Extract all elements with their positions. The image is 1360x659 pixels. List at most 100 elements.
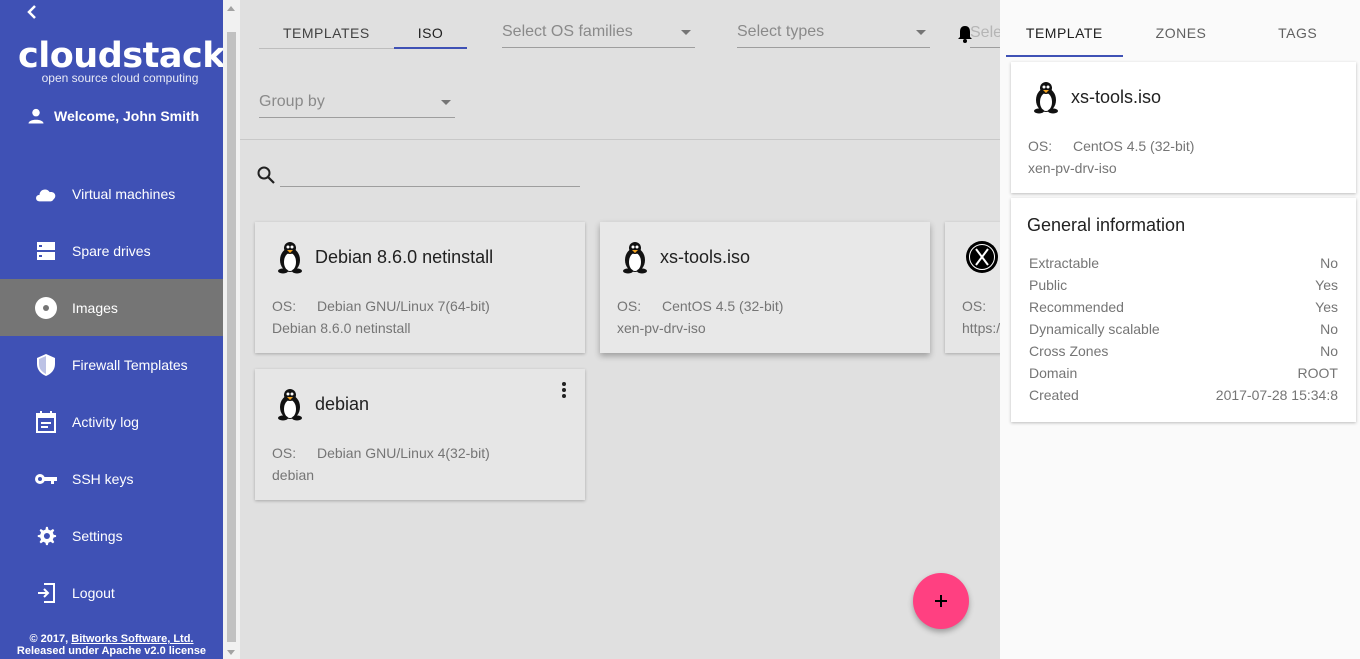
card-os: OS: Debian GNU/Linux 4(32-bit) (272, 445, 490, 461)
welcome-user: Welcome, John Smith (26, 106, 199, 126)
sidebar-item-label: Activity log (72, 413, 139, 430)
sidebar-item-label: Spare drives (72, 242, 151, 259)
image-card[interactable]: debian OS: Debian GNU/Linux 4(32-bit) deb… (255, 369, 585, 500)
tab-zones[interactable]: ZONES (1123, 12, 1240, 57)
card-header: Debian 8.6.0 netinstall (275, 240, 493, 274)
gear-icon (34, 524, 58, 548)
search-input[interactable] (280, 163, 580, 187)
info-row-extractable: Extractable No (1029, 254, 1338, 276)
card-header (965, 240, 1000, 274)
image-card[interactable]: Debian 8.6.0 netinstall OS: Debian GNU/Li… (255, 222, 585, 353)
card-os: OS: Debian GNU/Linux 7(64-bit) (272, 298, 490, 314)
info-value: Yes (1315, 277, 1338, 293)
sidebar-item-ssh-keys[interactable]: SSH keys (0, 450, 223, 507)
os-value: Debian GNU/Linux 4(32-bit) (317, 445, 490, 461)
os-label: OS: (272, 298, 297, 314)
truncated-select[interactable]: Sele (970, 18, 1000, 48)
types-select[interactable]: Select types (737, 18, 930, 48)
welcome-text: Welcome, John Smith (54, 108, 200, 124)
chevron-down-icon (681, 30, 691, 35)
tab-tags[interactable]: TAGS (1239, 12, 1356, 57)
types-placeholder: Select types (737, 23, 825, 40)
card-header: debian (275, 387, 369, 421)
main-content: TEMPLATES ISO Select OS families Select … (240, 0, 1000, 659)
info-label: Created (1029, 387, 1079, 403)
sidebar-item-logout[interactable]: Logout (0, 564, 223, 621)
back-arrow-icon[interactable] (24, 2, 42, 22)
image-type-tabs: TEMPLATES ISO (259, 18, 468, 49)
details-title: xs-tools.iso (1071, 86, 1162, 107)
details-os: OS: CentOS 4.5 (32-bit) (1028, 138, 1194, 154)
disc-icon (34, 296, 58, 320)
sidebar-item-firewall-templates[interactable]: Firewall Templates (0, 336, 223, 393)
sidebar-item-activity-log[interactable]: Activity log (0, 393, 223, 450)
linux-tux-icon (1034, 82, 1058, 114)
image-card[interactable]: OS: https:/ (945, 222, 1000, 353)
sidebar-item-label: SSH keys (72, 470, 134, 487)
info-label: Public (1029, 277, 1068, 293)
os-label: OS: (272, 445, 297, 461)
info-label: Recommended (1029, 299, 1124, 315)
info-value: Yes (1315, 299, 1338, 315)
details-tabs: TEMPLATE ZONES TAGS (1006, 12, 1356, 57)
scroll-down-arrow-icon[interactable] (227, 650, 235, 655)
image-card[interactable]: xs-tools.iso OS: CentOS 4.5 (32-bit) xen-… (600, 222, 930, 353)
card-description: Debian 8.6.0 netinstall (272, 320, 411, 336)
footer-copyright: © 2017, (29, 633, 72, 645)
info-row-cross-zones: Cross Zones No (1029, 342, 1338, 364)
scroll-up-arrow-icon[interactable] (227, 6, 235, 11)
sidebar-item-label: Virtual machines (72, 185, 176, 202)
general-information-card: General information Extractable No Public… (1011, 198, 1356, 422)
card-os: OS: CentOS 4.5 (32-bit) (617, 298, 783, 314)
os-families-select[interactable]: Select OS families (502, 18, 695, 48)
scroll-thumb[interactable] (227, 32, 236, 642)
linux-tux-icon (623, 242, 647, 274)
add-image-button[interactable] (913, 573, 969, 629)
chevron-down-icon (916, 30, 926, 35)
filter-toolbar: TEMPLATES ISO Select OS families Select … (240, 0, 1000, 140)
group-by-select[interactable]: Group by (259, 88, 455, 118)
sidebar-item-spare-drives[interactable]: Spare drives (0, 222, 223, 279)
truncated-select-text: Sele (970, 24, 1000, 41)
card-description: debian (272, 467, 315, 483)
key-icon (34, 467, 58, 491)
info-row-recommended: Recommended Yes (1029, 298, 1338, 320)
logo-main-text: cloudstack (18, 36, 225, 76)
storage-icon (34, 239, 58, 263)
footer-company-link[interactable]: Bitworks Software, Ltd. (71, 633, 193, 645)
info-value: No (1320, 343, 1338, 359)
group-by-placeholder: Group by (259, 93, 325, 110)
os-label: OS: (1028, 138, 1053, 154)
info-label: Extractable (1029, 255, 1100, 271)
sidebar-item-images[interactable]: Images (0, 279, 223, 336)
calendar-icon (34, 410, 58, 434)
card-header: xs-tools.iso (620, 240, 750, 274)
info-label: Dynamically scalable (1029, 321, 1160, 337)
card-title: xs-tools.iso (660, 246, 751, 267)
logout-icon (34, 581, 58, 605)
os-families-placeholder: Select OS families (502, 23, 633, 40)
search-bar (256, 163, 580, 187)
details-summary-card: xs-tools.iso OS: CentOS 4.5 (32-bit) xen-… (1011, 62, 1356, 193)
sidebar-item-label: Firewall Templates (72, 356, 188, 373)
tab-templates[interactable]: TEMPLATES (259, 18, 394, 48)
os-value: Debian GNU/Linux 7(64-bit) (317, 298, 490, 314)
chevron-down-icon (441, 100, 451, 105)
plus-icon (935, 595, 947, 607)
user-icon (28, 108, 44, 124)
logo-sub-text: open source cloud computing (41, 71, 199, 85)
tab-iso[interactable]: ISO (393, 18, 468, 49)
sidebar-scrollbar[interactable] (223, 0, 240, 659)
details-description: xen-pv-drv-iso (1028, 160, 1117, 176)
card-title: Debian 8.6.0 netinstall (315, 246, 494, 267)
tab-template[interactable]: TEMPLATE (1006, 12, 1123, 57)
search-icon (257, 166, 275, 184)
sidebar-item-settings[interactable]: Settings (0, 507, 223, 564)
sidebar-item-label: Images (72, 299, 118, 316)
card-os: OS: (962, 298, 1000, 314)
more-vert-icon[interactable] (559, 381, 569, 399)
sidebar-item-virtual-machines[interactable]: Virtual machines (0, 165, 223, 222)
info-row-domain: Domain ROOT (1029, 364, 1338, 386)
cloud-icon (34, 182, 58, 206)
card-description: https:/ (962, 320, 1000, 336)
